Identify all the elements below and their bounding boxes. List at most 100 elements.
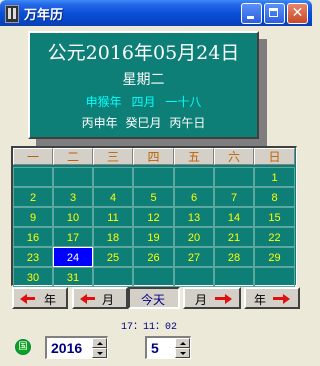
country-toggle-button[interactable]: 国 <box>15 339 31 355</box>
right-arrow-icon <box>283 294 290 304</box>
lunar-year: 申猴年 <box>85 95 122 109</box>
calendar-app-icon <box>5 5 19 23</box>
day-cell[interactable]: 10 <box>53 207 93 227</box>
day-cell[interactable]: 19 <box>133 227 174 247</box>
weekday-header: 六 <box>214 148 254 165</box>
empty-day-cell <box>174 267 214 287</box>
day-cell[interactable]: 26 <box>133 247 174 267</box>
day-cell[interactable]: 7 <box>214 187 254 207</box>
year-up-button[interactable] <box>92 338 107 348</box>
day-cell[interactable]: 21 <box>214 227 254 247</box>
empty-day-cell <box>174 167 214 187</box>
empty-day-cell <box>53 167 93 187</box>
year-spin-buttons <box>92 338 107 358</box>
title-bar[interactable]: 万年历 ✕ <box>0 0 312 26</box>
empty-day-cell <box>93 167 133 187</box>
prev-month-label: 月 <box>102 293 115 307</box>
day-cell[interactable]: 20 <box>174 227 214 247</box>
day-cell[interactable]: 24 <box>53 247 93 267</box>
day-cell[interactable]: 28 <box>214 247 254 267</box>
year-value[interactable]: 2016 <box>51 340 82 356</box>
calendar-window: 万年历 ✕ 公元2016年05月24日 星期二 申猴年 四月 一十八 丙申年 癸… <box>0 0 312 366</box>
next-year-button[interactable]: 年 <box>244 287 300 309</box>
gregorian-date: 公元2016年05月24日 <box>47 42 240 64</box>
header-shadow-side <box>259 39 267 147</box>
empty-day-cell <box>13 167 53 187</box>
ganzhi-date: 丙申年 癸巳月 丙午日 <box>30 114 257 131</box>
day-cell[interactable]: 13 <box>174 207 214 227</box>
day-cell[interactable]: 1 <box>254 167 295 187</box>
day-cell[interactable]: 31 <box>53 267 93 287</box>
lunar-date: 申猴年 四月 一十八 <box>30 93 257 110</box>
day-cell[interactable]: 6 <box>174 187 214 207</box>
empty-day-cell <box>133 267 174 287</box>
up-arrow-icon <box>97 342 103 345</box>
prev-year-button[interactable]: 年 <box>12 287 68 309</box>
day-cell[interactable]: 16 <box>13 227 53 247</box>
empty-day-cell <box>93 267 133 287</box>
empty-day-cell <box>133 167 174 187</box>
weekday-label: 星期二 <box>122 72 165 88</box>
ganzhi-day: 丙午日 <box>169 116 206 130</box>
ganzhi-month: 癸巳月 <box>125 116 162 130</box>
right-arrow-shaft <box>273 297 283 300</box>
day-cell[interactable]: 22 <box>254 227 295 247</box>
weekday-header: 日 <box>254 148 295 165</box>
day-cell[interactable]: 4 <box>93 187 133 207</box>
day-cell[interactable]: 8 <box>254 187 295 207</box>
today-button[interactable]: 今天 <box>128 287 180 309</box>
weekday-header: 一 <box>13 148 53 165</box>
day-cell[interactable]: 18 <box>93 227 133 247</box>
day-cell[interactable]: 15 <box>254 207 295 227</box>
right-arrow-shaft <box>215 297 225 300</box>
minimize-icon <box>247 16 254 19</box>
day-cell[interactable]: 17 <box>53 227 93 247</box>
month-spin-buttons <box>175 338 190 358</box>
year-spinner[interactable]: 2016 <box>45 336 108 359</box>
up-arrow-icon <box>180 342 186 345</box>
empty-day-cell <box>214 267 254 287</box>
next-month-label: 月 <box>195 293 208 307</box>
maximize-button[interactable] <box>264 3 285 24</box>
close-icon: ✕ <box>291 5 304 21</box>
month-spinner[interactable]: 5 <box>145 336 191 359</box>
day-cell[interactable]: 12 <box>133 207 174 227</box>
right-arrow-icon <box>225 294 232 304</box>
round-button-label: 国 <box>18 342 28 352</box>
year-down-button[interactable] <box>92 348 107 358</box>
month-down-button[interactable] <box>175 348 190 358</box>
down-arrow-icon <box>180 352 186 355</box>
window-title: 万年历 <box>24 8 64 23</box>
weekday-header: 四 <box>133 148 174 165</box>
day-cell[interactable]: 3 <box>53 187 93 207</box>
month-up-button[interactable] <box>175 338 190 348</box>
day-cell[interactable]: 9 <box>13 207 53 227</box>
next-month-button[interactable]: 月 <box>183 287 241 309</box>
weekday-header: 三 <box>93 148 133 165</box>
down-arrow-icon <box>97 352 103 355</box>
date-header-panel: 公元2016年05月24日 星期二 申猴年 四月 一十八 丙申年 癸巳月 丙午日 <box>28 31 259 139</box>
empty-day-cell <box>214 167 254 187</box>
left-arrow-shaft <box>86 297 95 300</box>
lunar-month: 四月 <box>131 95 156 109</box>
today-label: 今天 <box>141 293 166 307</box>
day-cell[interactable]: 2 <box>13 187 53 207</box>
day-cell[interactable]: 11 <box>93 207 133 227</box>
day-cell[interactable]: 30 <box>13 267 53 287</box>
day-cell[interactable]: 27 <box>174 247 214 267</box>
day-cell[interactable]: 29 <box>254 247 295 267</box>
day-cell[interactable]: 23 <box>13 247 53 267</box>
day-cell[interactable]: 5 <box>133 187 174 207</box>
weekday-header: 二 <box>53 148 93 165</box>
minimize-button[interactable] <box>241 3 262 24</box>
prev-year-label: 年 <box>44 293 57 307</box>
close-button[interactable]: ✕ <box>287 3 308 24</box>
day-cell[interactable]: 25 <box>93 247 133 267</box>
maximize-icon <box>269 8 278 17</box>
clock-display: 17：11：02 <box>120 322 177 333</box>
weekday-header: 五 <box>174 148 214 165</box>
prev-month-button[interactable]: 月 <box>72 287 128 309</box>
month-value[interactable]: 5 <box>151 340 159 356</box>
day-cell[interactable]: 14 <box>214 207 254 227</box>
calendar-grid: 一二三四五六日 1 2 3 4 5 6 7 8 9 10 11 12 13 14 15 16 17 18 19 20 21… <box>11 146 297 287</box>
